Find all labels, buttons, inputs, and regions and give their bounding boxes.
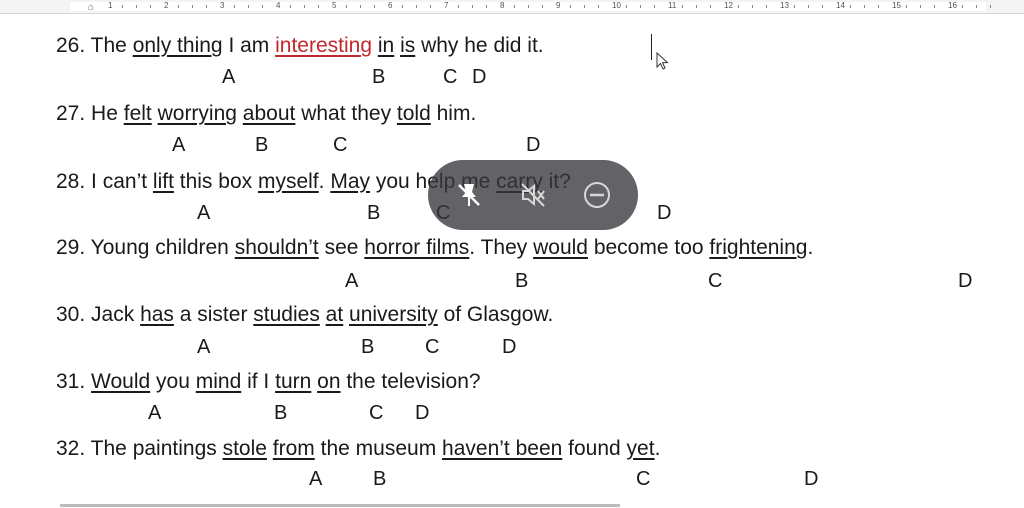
underlined-option: has — [140, 303, 174, 326]
sentence-text: if I — [241, 370, 276, 393]
mouse-pointer-icon — [656, 52, 669, 70]
option-label-d: D — [526, 134, 541, 156]
option-label-d: D — [804, 468, 819, 490]
underlined-option: Would — [91, 370, 151, 393]
option-label-d: D — [657, 202, 672, 224]
underlined-option: mind — [195, 370, 242, 393]
option-label-a: A — [345, 270, 359, 292]
sentence-text: why he did it. — [415, 34, 544, 57]
underlined-option: in — [377, 34, 395, 57]
pin-off-icon[interactable] — [452, 178, 486, 212]
sentence-text: The — [90, 34, 133, 57]
sentence-text: see — [318, 236, 365, 259]
question-number: 32. — [56, 437, 86, 460]
sentence-text: . They — [469, 236, 534, 259]
underlined-option: worrying — [157, 102, 237, 125]
sentence-text: the television? — [340, 370, 481, 393]
underlined-option: stole — [222, 437, 267, 460]
sentence-text: I am — [222, 34, 276, 57]
option-label-b: B — [515, 270, 529, 292]
underlined-option: horror films — [364, 236, 470, 259]
underlined-option: studies — [253, 303, 320, 326]
sentence-text: you — [150, 370, 196, 393]
option-label-c: C — [369, 402, 384, 424]
underlined-option: on — [317, 370, 341, 393]
option-label-c: C — [425, 336, 440, 358]
option-label-d: D — [472, 66, 487, 88]
question-number: 28. — [56, 170, 86, 193]
sentence-text: what they — [295, 102, 397, 125]
question-sentence[interactable]: 31. Would you mind if I turn on the tele… — [56, 370, 481, 394]
mute-icon[interactable] — [516, 178, 550, 212]
cut-off-next-line — [60, 500, 620, 508]
sentence-text: He — [91, 102, 124, 125]
underlined-option: only thing — [132, 34, 223, 57]
underlined-option: May — [330, 170, 371, 193]
minus-circle-icon[interactable] — [580, 178, 614, 212]
text-cursor — [651, 34, 652, 60]
sentence-text: The paintings — [90, 437, 223, 460]
question-sentence[interactable]: 27. He felt worrying about what they tol… — [56, 102, 476, 126]
option-label-c: C — [443, 66, 458, 88]
floating-media-toolbar[interactable] — [428, 160, 638, 230]
option-label-c: C — [636, 468, 651, 490]
document-page[interactable]: 26. The only thing I am interesting in i… — [0, 0, 1024, 506]
option-label-b: B — [372, 66, 386, 88]
option-label-c: C — [333, 134, 348, 156]
question-sentence[interactable]: 26. The only thing I am interesting in i… — [56, 34, 544, 58]
option-label-b: B — [367, 202, 381, 224]
option-label-c: C — [708, 270, 723, 292]
option-label-a: A — [197, 336, 211, 358]
underlined-option: haven’t been — [442, 437, 563, 460]
question-number: 31. — [56, 370, 86, 393]
sentence-text: Young children — [90, 236, 235, 259]
option-label-a: A — [148, 402, 162, 424]
question-number: 26. — [56, 34, 86, 57]
sentence-text: this box — [173, 170, 258, 193]
sentence-text: become too — [587, 236, 710, 259]
sentence-text: Jack — [91, 303, 141, 326]
sentence-text: of Glasgow. — [437, 303, 554, 326]
option-label-b: B — [274, 402, 288, 424]
option-label-d: D — [502, 336, 517, 358]
underlined-option: interesting — [275, 34, 373, 57]
option-label-b: B — [373, 468, 387, 490]
option-label-a: A — [222, 66, 236, 88]
underlined-option: felt — [123, 102, 152, 125]
option-label-a: A — [197, 202, 211, 224]
option-label-d: D — [415, 402, 430, 424]
question-sentence[interactable]: 32. The paintings stole from the museum … — [56, 437, 660, 461]
question-sentence[interactable]: 29. Young children shouldn’t see horror … — [56, 236, 813, 260]
question-number: 30. — [56, 303, 86, 326]
sentence-text: . — [318, 170, 331, 193]
question-number: 27. — [56, 102, 86, 125]
question-sentence[interactable]: 30. Jack has a sister studies at univers… — [56, 303, 553, 327]
underlined-option: turn — [275, 370, 312, 393]
option-label-b: B — [361, 336, 375, 358]
option-label-a: A — [309, 468, 323, 490]
question-number: 29. — [56, 236, 86, 259]
option-label-a: A — [172, 134, 186, 156]
sentence-text: found — [562, 437, 627, 460]
sentence-text: a sister — [173, 303, 254, 326]
underlined-option: at — [325, 303, 344, 326]
underlined-option: frightening — [709, 236, 808, 259]
underlined-option: told — [396, 102, 431, 125]
sentence-text: . — [654, 437, 661, 460]
underlined-option: myself — [257, 170, 319, 193]
sentence-text: the museum — [314, 437, 443, 460]
option-label-d: D — [958, 270, 973, 292]
underlined-option: would — [533, 236, 588, 259]
sentence-text: him. — [430, 102, 477, 125]
underlined-option: about — [242, 102, 296, 125]
sentence-text: . — [807, 236, 814, 259]
underlined-option: yet — [626, 437, 655, 460]
underlined-option: from — [272, 437, 315, 460]
sentence-text: I can’t — [91, 170, 153, 193]
option-label-b: B — [255, 134, 269, 156]
underlined-option: university — [349, 303, 438, 326]
underlined-option: shouldn’t — [234, 236, 319, 259]
underlined-option: lift — [152, 170, 174, 193]
underlined-option: is — [400, 34, 416, 57]
